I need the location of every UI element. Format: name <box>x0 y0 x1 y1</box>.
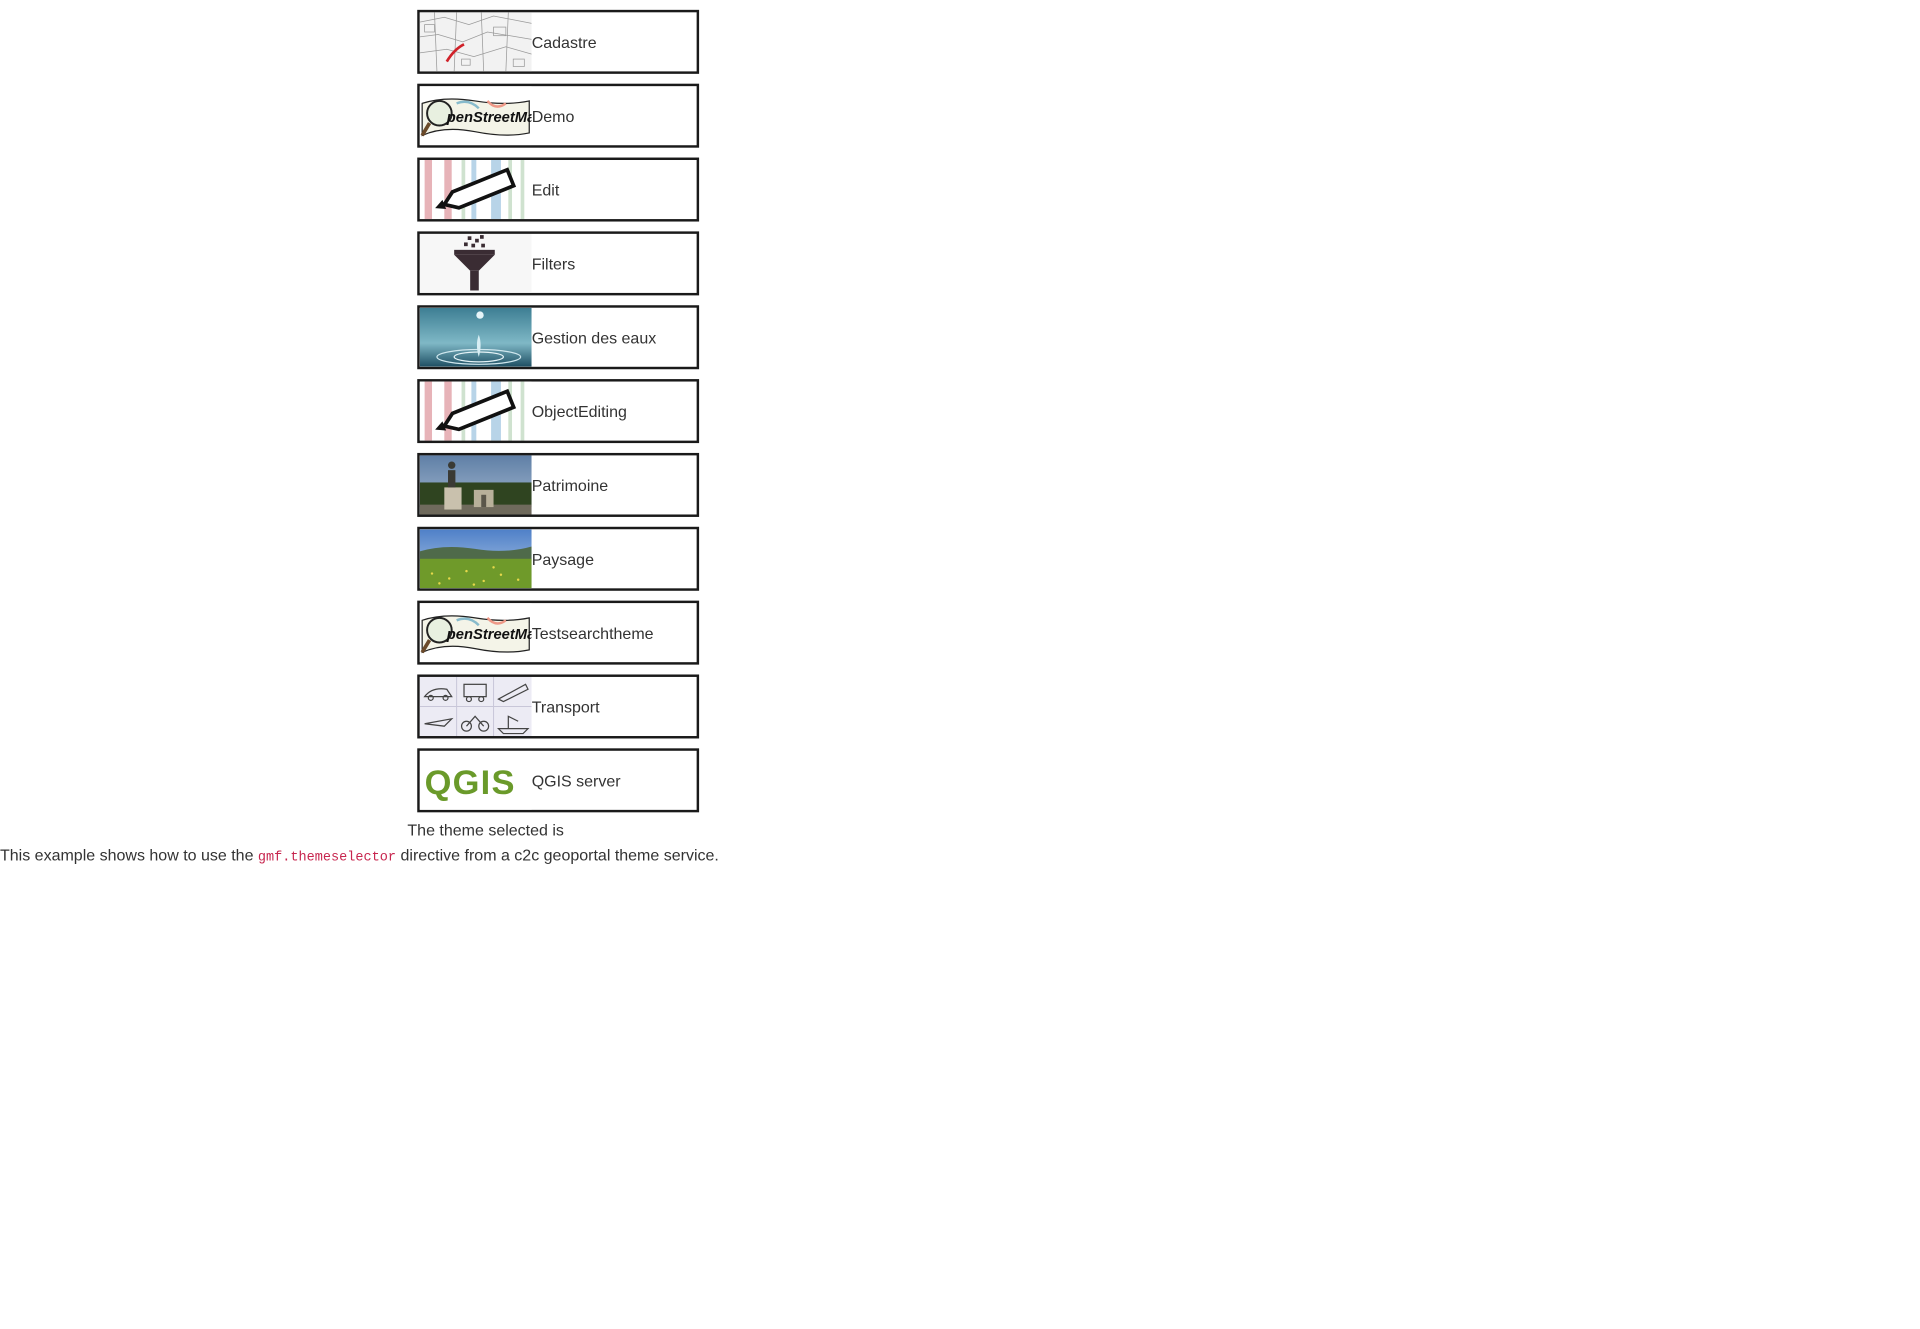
theme-label: Gestion des eaux <box>531 328 657 347</box>
svg-text:QGIS: QGIS <box>425 764 516 802</box>
theme-label: Transport <box>531 697 600 716</box>
openstreetmap-logo-thumbnail: penStreetMap <box>419 86 532 146</box>
description-prefix: This example shows how to use the <box>0 845 258 865</box>
description-suffix: directive from a c2c geoportal theme ser… <box>396 845 719 865</box>
theme-item-paysage[interactable]: Paysage <box>417 526 700 591</box>
water-drop-thumbnail <box>419 307 532 367</box>
cadastre-map-thumbnail <box>419 12 532 72</box>
pencil-stripes-thumbnail <box>419 381 532 441</box>
theme-item-transport[interactable]: Transport <box>417 674 700 739</box>
theme-item-objectediting[interactable]: ObjectEditing <box>417 379 700 444</box>
theme-selector-list: Cadastre penStreetMap Demo <box>417 9 700 822</box>
landscape-photo-thumbnail <box>419 529 532 589</box>
funnel-thumbnail <box>419 233 532 293</box>
monument-photo-thumbnail <box>419 455 532 515</box>
theme-label: Edit <box>531 180 560 199</box>
pencil-stripes-thumbnail <box>419 160 532 220</box>
theme-label: QGIS server <box>531 771 621 790</box>
theme-label: Paysage <box>531 549 594 569</box>
theme-label: Cadastre <box>531 32 597 52</box>
directive-code: gmf.themeselector <box>257 850 397 866</box>
transport-vehicles-thumbnail <box>419 676 532 737</box>
example-description: This example shows how to use the gmf.th… <box>0 846 719 866</box>
svg-text:penStreetMap: penStreetMap <box>446 627 532 643</box>
svg-text:penStreetMap: penStreetMap <box>446 110 532 126</box>
theme-label: Demo <box>531 106 575 125</box>
openstreetmap-logo-thumbnail: penStreetMap <box>419 603 532 663</box>
theme-item-gestion-des-eaux[interactable]: Gestion des eaux <box>417 305 700 370</box>
theme-label: Testsearchtheme <box>531 623 654 642</box>
qgis-logo-thumbnail: QGIS <box>419 750 532 810</box>
theme-item-filters[interactable]: Filters <box>417 231 700 296</box>
theme-item-qgis-server[interactable]: QGIS QGIS server <box>417 748 700 813</box>
theme-item-edit[interactable]: Edit <box>417 157 700 222</box>
theme-item-testsearchtheme[interactable]: penStreetMap Testsearchtheme <box>417 600 700 665</box>
theme-label: ObjectEditing <box>531 401 627 421</box>
theme-item-patrimoine[interactable]: Patrimoine <box>417 452 700 517</box>
theme-label: Patrimoine <box>531 475 609 495</box>
theme-item-demo[interactable]: penStreetMap Demo <box>417 83 700 148</box>
selected-theme-text: The theme selected is <box>407 820 564 840</box>
theme-item-cadastre[interactable]: Cadastre <box>417 9 700 74</box>
theme-label: Filters <box>531 254 576 273</box>
